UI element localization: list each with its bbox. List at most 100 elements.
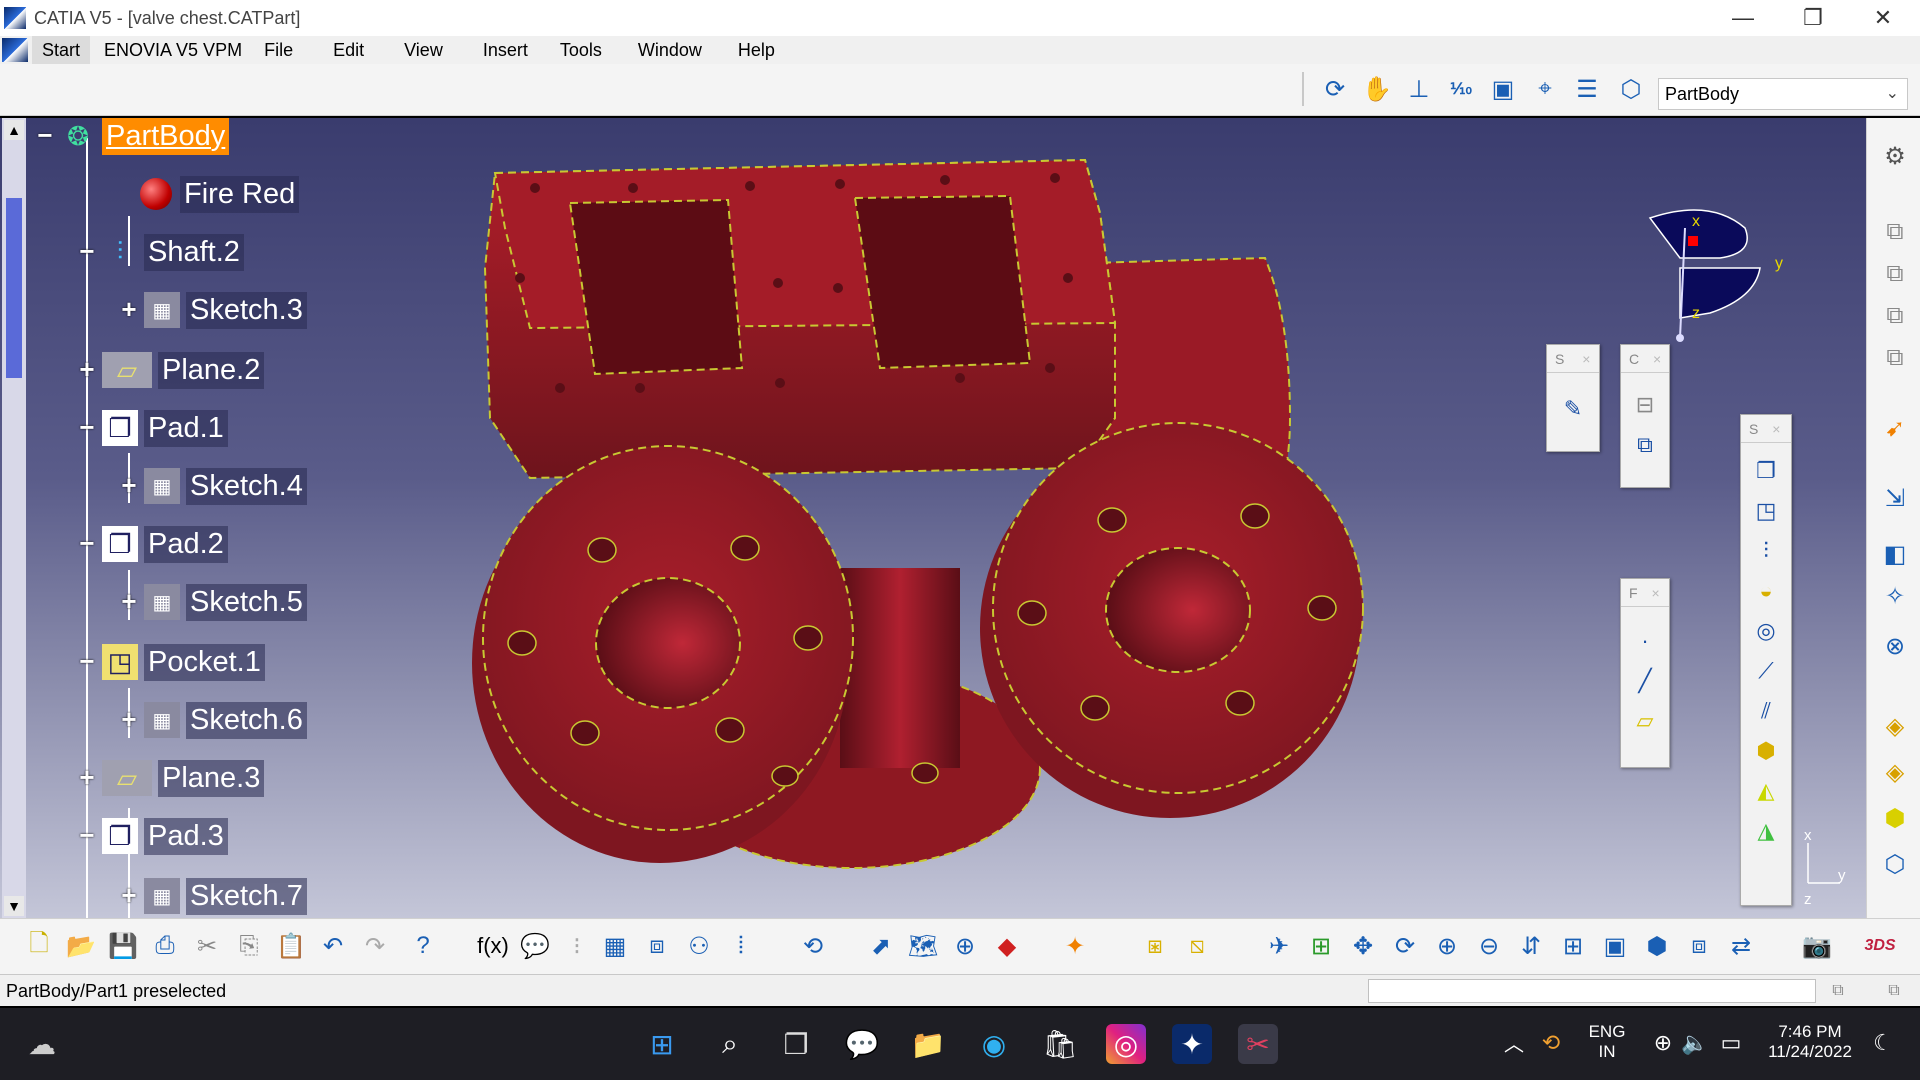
shell-icon[interactable]: ⬡ bbox=[1877, 846, 1913, 882]
pad-tool-icon[interactable]: ❐ bbox=[1748, 453, 1784, 489]
chamfer-icon[interactable]: ◈ bbox=[1877, 754, 1913, 790]
multi-view-icon[interactable]: ⊞ bbox=[1556, 929, 1590, 963]
expand-toggle[interactable]: + bbox=[76, 356, 98, 382]
shaft-tool-icon[interactable]: ⫶ bbox=[1748, 533, 1784, 569]
tree-node-partbody[interactable]: − ❂ PartBody bbox=[34, 116, 230, 156]
restore-button[interactable]: ❐ bbox=[1778, 0, 1848, 36]
map-icon[interactable]: 🗺 bbox=[906, 929, 940, 963]
anchor-constraint-icon[interactable]: ⧉ bbox=[1627, 427, 1663, 463]
plane-tool-icon[interactable]: ▱ bbox=[1627, 703, 1663, 739]
tree-label[interactable]: Sketch.5 bbox=[186, 583, 307, 621]
dress-up-icon[interactable]: ✧ bbox=[1877, 578, 1913, 614]
menu-tools[interactable]: Tools bbox=[552, 36, 610, 64]
tree-node-sketch-6[interactable]: + ▦ Sketch.6 bbox=[118, 700, 307, 740]
scroll-thumb[interactable] bbox=[6, 198, 22, 378]
rotate-view-icon[interactable]: ⟳ bbox=[1388, 929, 1422, 963]
menu-file[interactable]: File bbox=[256, 36, 301, 64]
task-view-icon[interactable]: ❐ bbox=[776, 1024, 816, 1064]
knowledge-icon[interactable]: ⧈ bbox=[640, 929, 674, 963]
eraser-icon[interactable]: ⬡ bbox=[1614, 72, 1648, 106]
collapse-toggle[interactable]: − bbox=[76, 530, 98, 556]
expand-toggle[interactable]: + bbox=[118, 706, 140, 732]
file-explorer-icon[interactable]: 📁 bbox=[908, 1024, 948, 1064]
normal-view-icon[interactable]: ⇵ bbox=[1514, 929, 1548, 963]
tree-node-pad-1[interactable]: − ❐ Pad.1 bbox=[76, 408, 228, 448]
weather-icon[interactable]: ☁ bbox=[22, 1024, 62, 1064]
iso-view-icon[interactable]: ▣ bbox=[1598, 929, 1632, 963]
snipping-tool-icon[interactable]: ✂ bbox=[1238, 1024, 1278, 1064]
compass-icon[interactable]: ⌖ bbox=[1528, 72, 1562, 106]
pocket-tool-icon[interactable]: ◳ bbox=[1748, 493, 1784, 529]
swap-visible-icon[interactable]: ⇄ bbox=[1724, 929, 1758, 963]
draft-icon[interactable]: ⬢ bbox=[1877, 800, 1913, 836]
menu-edit[interactable]: Edit bbox=[325, 36, 372, 64]
close-toolbar-icon[interactable]: × bbox=[1582, 351, 1590, 367]
close-toolbar-icon[interactable]: × bbox=[1653, 351, 1661, 367]
chat-icon[interactable]: 💬 bbox=[842, 1024, 882, 1064]
collapse-toggle[interactable]: − bbox=[76, 414, 98, 440]
shading-icon[interactable]: ⬢ bbox=[1640, 929, 1674, 963]
update-icon[interactable]: ⟲ bbox=[796, 929, 830, 963]
formula-icon[interactable]: f(x) bbox=[476, 929, 510, 963]
whats-this-icon[interactable]: ? bbox=[406, 929, 440, 963]
table-icon[interactable]: ▦ bbox=[598, 929, 632, 963]
list-icon[interactable]: ☰ bbox=[1570, 72, 1604, 106]
removed-multi-sections-icon[interactable]: ◮ bbox=[1748, 813, 1784, 849]
tree-label[interactable]: Pad.2 bbox=[144, 525, 228, 563]
part-design-icon[interactable]: ⧉ bbox=[1877, 214, 1913, 250]
start-logo-icon[interactable] bbox=[2, 38, 28, 62]
open-folder-icon[interactable]: 📂 bbox=[64, 929, 98, 963]
compass-pivot[interactable] bbox=[1676, 334, 1684, 342]
expand-toggle[interactable]: + bbox=[76, 764, 98, 790]
apply-material-icon[interactable]: ◧ bbox=[1877, 536, 1913, 572]
edge-browser-icon[interactable]: ◉ bbox=[974, 1024, 1014, 1064]
gear-icon[interactable]: ⚙ bbox=[1877, 138, 1913, 174]
layer-filter-icon[interactable]: ⧅ bbox=[1180, 929, 1214, 963]
analysis-icon[interactable]: ◆ bbox=[990, 929, 1024, 963]
windows-start-icon[interactable]: ⊞ bbox=[642, 1024, 682, 1064]
drafting-icon[interactable]: ⧉ bbox=[1877, 298, 1913, 334]
multi-sections-icon[interactable]: ◭ bbox=[1748, 773, 1784, 809]
catalog-icon[interactable]: ⚇ bbox=[682, 929, 716, 963]
tree-label[interactable]: Fire Red bbox=[180, 175, 300, 213]
status-button-icon[interactable]: ⧉ bbox=[1880, 977, 1908, 1005]
tree-node-plane-2[interactable]: + ▱ Plane.2 bbox=[76, 350, 265, 390]
parameters-icon[interactable]: ⦙ bbox=[724, 929, 758, 963]
close-toolbar-icon[interactable]: × bbox=[1772, 421, 1780, 437]
tree-label[interactable]: Plane.3 bbox=[158, 759, 265, 797]
tree-node-pad-3[interactable]: − ❐ Pad.3 bbox=[76, 816, 228, 856]
tree-node-sketch-5[interactable]: + ▦ Sketch.5 bbox=[118, 582, 307, 622]
instagram-icon[interactable]: ◎ bbox=[1106, 1024, 1146, 1064]
menu-window[interactable]: Window bbox=[630, 36, 710, 64]
copy-icon[interactable]: ⎘ bbox=[232, 929, 266, 963]
layer-stack-icon[interactable]: ⧆ bbox=[1138, 929, 1172, 963]
tree-node-sketch-3[interactable]: + ▦ Sketch.3 bbox=[118, 290, 307, 330]
rib-tool-icon[interactable]: ⟋ bbox=[1748, 653, 1784, 689]
rotate-icon[interactable]: ⟳ bbox=[1318, 72, 1352, 106]
network-icon[interactable]: ⊕ bbox=[1648, 1028, 1678, 1058]
solid-combine-icon[interactable]: ⬢ bbox=[1748, 733, 1784, 769]
tree-label[interactable]: Sketch.3 bbox=[186, 291, 307, 329]
slot-tool-icon[interactable]: ⫽ bbox=[1748, 693, 1784, 729]
tree-node-sketch-7[interactable]: + ▦ Sketch.7 bbox=[118, 874, 307, 918]
collapse-toggle[interactable]: − bbox=[76, 822, 98, 848]
tree-node-shaft-2[interactable]: − ⫶ Shaft.2 bbox=[76, 232, 244, 272]
search-icon[interactable]: ⌕ bbox=[710, 1024, 750, 1064]
point-icon[interactable]: · bbox=[1627, 623, 1663, 659]
command-input[interactable] bbox=[1368, 979, 1816, 1003]
collapse-toggle[interactable]: − bbox=[76, 238, 98, 264]
tree-node-sketch-4[interactable]: + ▦ Sketch.4 bbox=[118, 466, 307, 506]
tree-node-plane-3[interactable]: + ▱ Plane.3 bbox=[76, 758, 265, 798]
compass-origin-handle[interactable] bbox=[1688, 236, 1698, 246]
fit-all-icon[interactable]: ⊞ bbox=[1304, 929, 1338, 963]
tree-label[interactable]: Pad.1 bbox=[144, 409, 228, 447]
status-button-icon[interactable]: ⧉ bbox=[1824, 977, 1852, 1005]
tree-label[interactable]: Pad.3 bbox=[144, 817, 228, 855]
menu-enovia[interactable]: ENOVIA V5 VPM bbox=[96, 36, 250, 64]
tree-node-fire-red[interactable]: Fire Red bbox=[112, 174, 300, 214]
comment-icon[interactable]: 💬 bbox=[518, 929, 552, 963]
line-icon[interactable]: ╱ bbox=[1627, 663, 1663, 699]
tree-node-pocket-1[interactable]: − ◳ Pocket.1 bbox=[76, 642, 265, 682]
menu-start[interactable]: Start bbox=[32, 36, 91, 64]
scroll-up-arrow-icon[interactable]: ▲ bbox=[4, 120, 24, 140]
